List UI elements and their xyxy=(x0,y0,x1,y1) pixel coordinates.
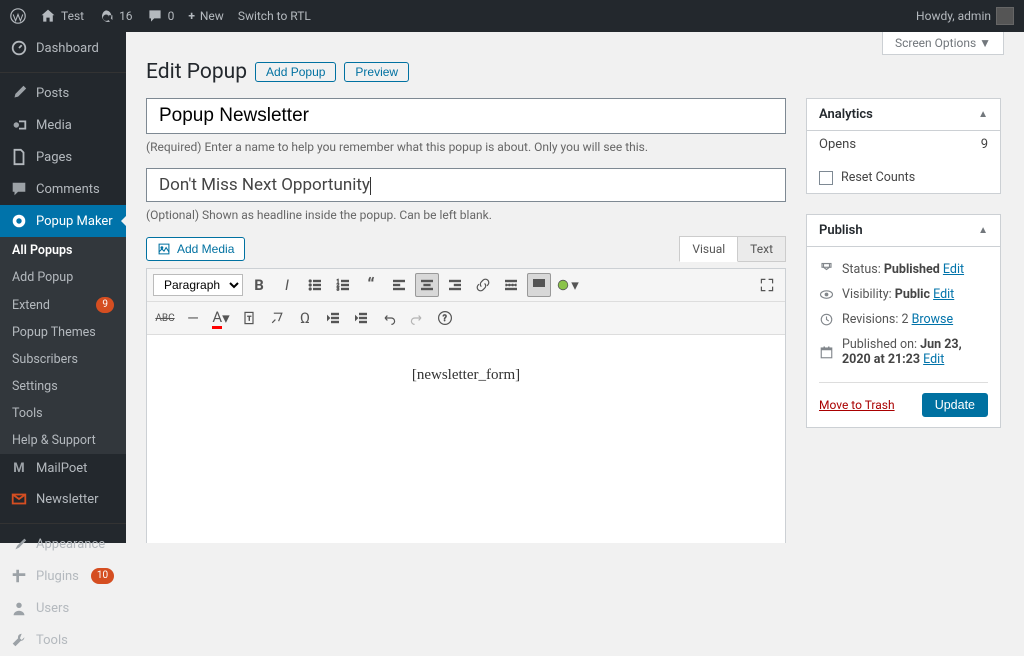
bullet-list-button[interactable] xyxy=(303,273,327,297)
quote-button[interactable]: “ xyxy=(359,273,383,297)
headline-input[interactable]: Don't Miss Next Opportunity xyxy=(146,168,786,202)
admin-bar: Test 16 0 +New Switch to RTL Howdy, admi… xyxy=(0,0,1024,32)
publish-metabox: Publish▲ Status: Published Edit Visibili… xyxy=(806,214,1001,428)
main-content: Screen Options ▼ Edit Popup Add Popup Pr… xyxy=(126,32,1024,543)
submenu-extend[interactable]: Extend9 xyxy=(0,291,126,319)
submenu-add-popup[interactable]: Add Popup xyxy=(0,264,126,291)
analytics-header[interactable]: Analytics▲ xyxy=(807,99,1000,131)
svg-text:T: T xyxy=(247,314,251,322)
tab-visual[interactable]: Visual xyxy=(679,236,738,262)
submenu-all-popups[interactable]: All Popups xyxy=(0,237,126,264)
format-select[interactable]: Paragraph xyxy=(153,274,243,296)
menu-media[interactable]: Media xyxy=(0,109,126,141)
menu-dashboard[interactable]: Dashboard xyxy=(0,32,126,64)
analytics-metabox: Analytics▲ Opens 9 Reset Counts xyxy=(806,98,1001,194)
toolbar-1: Paragraph B I 123 “ ▾ xyxy=(147,269,785,302)
switch-rtl[interactable]: Switch to RTL xyxy=(238,9,311,23)
menu-tools[interactable]: Tools xyxy=(0,624,126,656)
help-button[interactable]: ? xyxy=(433,306,457,330)
menu-mailpoet[interactable]: MMailPoet xyxy=(0,454,126,483)
pub-revisions: Revisions: 2 Browse xyxy=(819,307,988,332)
headline-help: (Optional) Shown as headline inside the … xyxy=(146,208,786,222)
submenu-popup: All Popups Add Popup Extend9 Popup Theme… xyxy=(0,237,126,454)
tab-text[interactable]: Text xyxy=(738,236,786,262)
submenu-themes[interactable]: Popup Themes xyxy=(0,319,126,346)
paste-text-button[interactable]: T xyxy=(237,306,261,330)
comments-count[interactable]: 0 xyxy=(147,8,175,24)
submenu-tools[interactable]: Tools xyxy=(0,400,126,427)
fullscreen-button[interactable] xyxy=(755,273,779,297)
updates[interactable]: 16 xyxy=(98,8,133,24)
submenu-subscribers[interactable]: Subscribers xyxy=(0,346,126,373)
edit-date-link[interactable]: Edit xyxy=(923,352,944,367)
add-popup-button[interactable]: Add Popup xyxy=(255,62,336,82)
menu-pages[interactable]: Pages xyxy=(0,141,126,173)
publish-header[interactable]: Publish▲ xyxy=(807,215,1000,247)
pub-date: Published on: Jun 23, 2020 at 21:23 Edit xyxy=(819,332,988,372)
svg-text:?: ? xyxy=(443,314,447,324)
undo-button[interactable] xyxy=(377,306,401,330)
new-content[interactable]: +New xyxy=(188,9,224,23)
update-button[interactable]: Update xyxy=(922,393,988,417)
menu-posts[interactable]: Posts xyxy=(0,77,126,109)
opens-label: Opens xyxy=(819,137,856,152)
align-right-button[interactable] xyxy=(443,273,467,297)
popup-trigger-button[interactable]: ▾ xyxy=(555,273,579,297)
menu-newsletter[interactable]: Newsletter xyxy=(0,483,126,515)
outdent-button[interactable] xyxy=(321,306,345,330)
submenu-help[interactable]: Help & Support xyxy=(0,427,126,454)
menu-appearance[interactable]: Appearance xyxy=(0,528,126,560)
italic-button[interactable]: I xyxy=(275,273,299,297)
strike-button[interactable]: ABC xyxy=(153,306,177,330)
bold-button[interactable]: B xyxy=(247,273,271,297)
browse-revisions-link[interactable]: Browse xyxy=(912,312,954,327)
wp-logo[interactable] xyxy=(10,8,26,24)
number-list-button[interactable]: 123 xyxy=(331,273,355,297)
reset-counts-label: Reset Counts xyxy=(841,170,915,185)
name-help: (Required) Enter a name to help you reme… xyxy=(146,140,786,154)
clear-format-button[interactable] xyxy=(265,306,289,330)
pub-visibility: Visibility: Public Edit xyxy=(819,282,988,307)
screen-options-toggle[interactable]: Screen Options ▼ xyxy=(882,32,1004,55)
text-color-button[interactable]: A▾ xyxy=(209,306,233,330)
popup-name-input[interactable] xyxy=(146,98,786,134)
menu-popup-maker[interactable]: Popup Maker xyxy=(0,205,126,237)
move-to-trash-link[interactable]: Move to Trash xyxy=(819,398,895,412)
menu-users[interactable]: Users xyxy=(0,592,126,624)
site-home[interactable]: Test xyxy=(40,8,84,24)
preview-button[interactable]: Preview xyxy=(344,62,409,82)
edit-visibility-link[interactable]: Edit xyxy=(933,287,954,302)
more-button[interactable] xyxy=(499,273,523,297)
reset-counts-checkbox[interactable] xyxy=(819,171,833,185)
submenu-settings[interactable]: Settings xyxy=(0,373,126,400)
add-media-button[interactable]: Add Media xyxy=(146,237,245,261)
link-button[interactable] xyxy=(471,273,495,297)
editor-content[interactable]: [newsletter_form] xyxy=(147,335,785,543)
page-title: Edit Popup xyxy=(146,60,247,84)
align-center-button[interactable] xyxy=(415,273,439,297)
special-char-button[interactable]: Ω xyxy=(293,306,317,330)
hr-button[interactable]: — xyxy=(181,306,205,330)
indent-button[interactable] xyxy=(349,306,373,330)
menu-comments[interactable]: Comments xyxy=(0,173,126,205)
pub-status: Status: Published Edit xyxy=(819,257,988,282)
opens-value: 9 xyxy=(981,137,988,152)
redo-button[interactable] xyxy=(405,306,429,330)
toolbar-toggle-button[interactable] xyxy=(527,273,551,297)
editor: Paragraph B I 123 “ ▾ ABC xyxy=(146,268,786,543)
toolbar-2: ABC — A▾ T Ω ? xyxy=(147,302,785,335)
avatar xyxy=(996,7,1014,25)
edit-status-link[interactable]: Edit xyxy=(943,262,964,277)
align-left-button[interactable] xyxy=(387,273,411,297)
svg-text:3: 3 xyxy=(337,287,340,293)
admin-sidebar: Dashboard Posts Media Pages Comments Pop… xyxy=(0,32,126,543)
menu-plugins[interactable]: Plugins10 xyxy=(0,560,126,592)
howdy[interactable]: Howdy, admin xyxy=(916,7,1014,25)
